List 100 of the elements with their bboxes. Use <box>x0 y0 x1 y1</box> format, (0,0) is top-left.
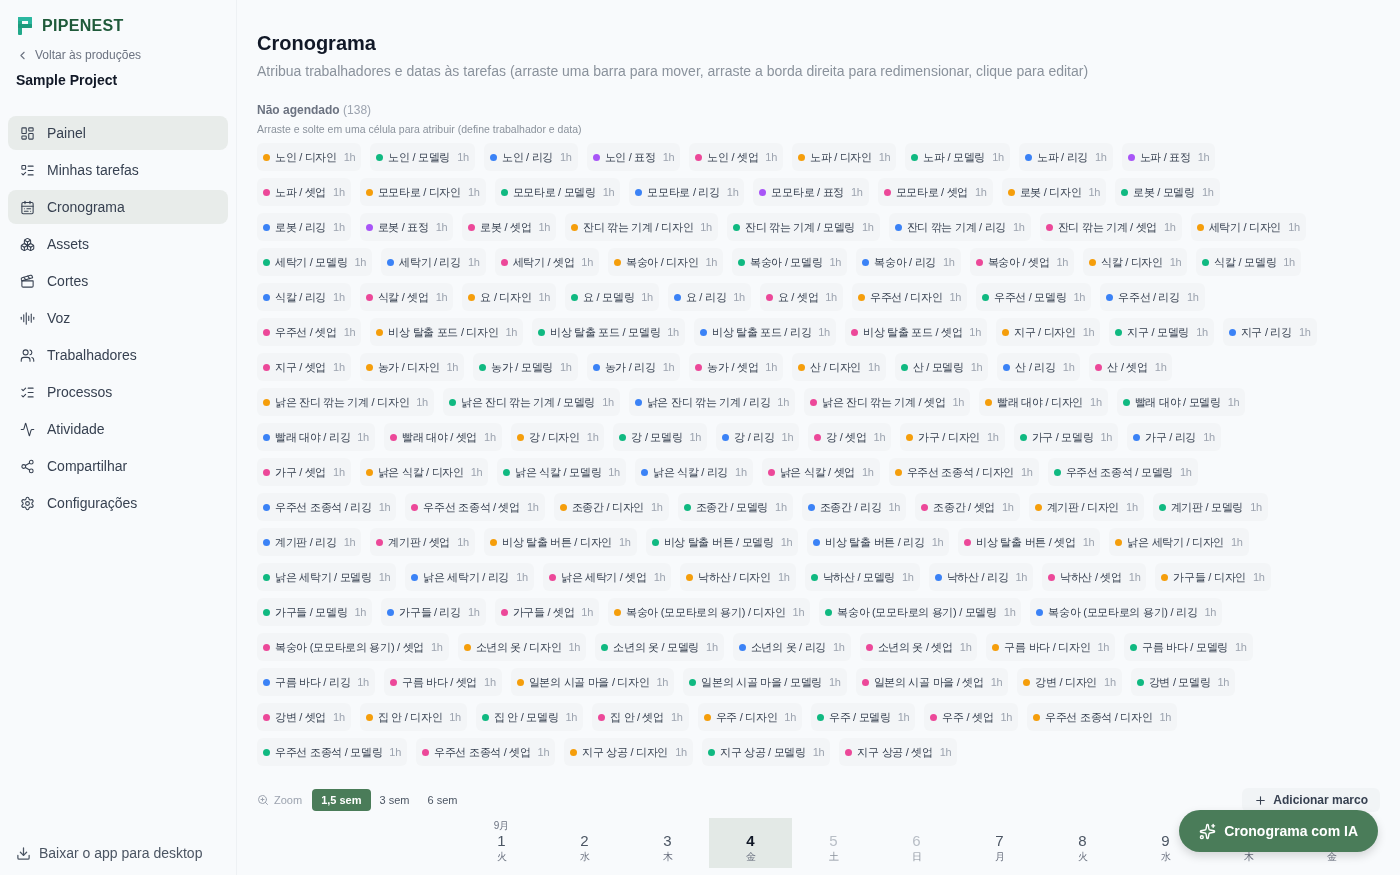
task-chip[interactable]: 복숭아 / 셋업 1h <box>969 248 1074 276</box>
task-chip[interactable]: 가구 / 셋업 1h <box>257 458 351 486</box>
task-chip[interactable]: 노인 / 표정 1h <box>586 143 681 171</box>
nav-item[interactable]: Voz <box>8 301 228 335</box>
task-chip[interactable]: 농가 / 셋업 1h <box>689 353 783 381</box>
task-chip[interactable]: 집 안 / 셋업 1h <box>592 703 689 731</box>
task-chip[interactable]: 산 / 모델링 1h <box>894 353 989 381</box>
task-chip[interactable]: 가구 / 리깅 1h <box>1127 423 1221 451</box>
task-chip[interactable]: 지구 상공 / 셋업 1h <box>839 738 958 766</box>
task-chip[interactable]: 세탁기 / 디자인 1h <box>1190 213 1306 241</box>
task-chip[interactable]: 노파 / 리깅 1h <box>1018 143 1113 171</box>
task-chip[interactable]: 강 / 셋업 1h <box>808 423 892 451</box>
task-chip[interactable]: 일본의 시골 마을 / 모델링 1h <box>683 668 847 696</box>
nav-item[interactable]: Minhas tarefas <box>8 153 228 187</box>
task-chip[interactable]: 식칼 / 셋업 1h <box>359 283 454 311</box>
task-chip[interactable]: 낡은 식칼 / 셋업 1h <box>761 458 880 486</box>
task-chip[interactable]: 집 안 / 모델링 1h <box>475 703 584 731</box>
task-chip[interactable]: 우주 / 셋업 1h <box>924 703 1019 731</box>
task-chip[interactable]: 노인 / 셋업 1h <box>689 143 783 171</box>
task-chip[interactable]: 낡은 잔디 깎는 기계 / 셋업 1h <box>803 388 971 416</box>
task-chip[interactable]: 지구 / 리깅 1h <box>1222 318 1317 346</box>
nav-item[interactable]: Painel <box>8 116 228 150</box>
task-chip[interactable]: 잔디 깎는 기계 / 디자인 1h <box>565 213 718 241</box>
task-chip[interactable]: 낡은 식칼 / 모델링 1h <box>497 458 626 486</box>
add-milestone-button[interactable]: Adicionar marco <box>1242 788 1380 812</box>
task-chip[interactable]: 복숭아 / 디자인 1h <box>607 248 724 276</box>
task-chip[interactable]: 복숭아 (모모타로의 용기) / 셋업 1h <box>257 633 449 661</box>
task-chip[interactable]: 지구 상공 / 모델링 1h <box>701 738 831 766</box>
task-chip[interactable]: 낙하산 / 리깅 1h <box>928 563 1034 591</box>
task-chip[interactable]: 계기판 / 디자인 1h <box>1028 493 1144 521</box>
task-chip[interactable]: 강변 / 셋업 1h <box>257 703 351 731</box>
task-chip[interactable]: 비상 탈출 버튼 / 디자인 1h <box>483 528 637 556</box>
task-chip[interactable]: 요 / 모델링 1h <box>565 283 659 311</box>
task-chip[interactable]: 가구들 / 셋업 1h <box>494 598 599 626</box>
task-chip[interactable]: 낙하산 / 셋업 1h <box>1042 563 1147 591</box>
task-chip[interactable]: 식칼 / 모델링 1h <box>1196 248 1301 276</box>
task-chip[interactable]: 조종간 / 셋업 1h <box>915 493 1020 521</box>
task-chip[interactable]: 계기판 / 셋업 1h <box>370 528 475 556</box>
task-chip[interactable]: 낡은 세탁기 / 리깅 1h <box>405 563 534 591</box>
task-chip[interactable]: 세탁기 / 리깅 1h <box>381 248 486 276</box>
zoom-option[interactable]: 6 sem <box>418 789 467 811</box>
task-chip[interactable]: 빨래 대야 / 모델링 1h <box>1116 388 1246 416</box>
task-chip[interactable]: 낡은 세탁기 / 디자인 1h <box>1109 528 1249 556</box>
task-chip[interactable]: 우주선 / 모델링 1h <box>976 283 1092 311</box>
nav-item[interactable]: Trabalhadores <box>8 338 228 372</box>
task-chip[interactable]: 강 / 디자인 1h <box>510 423 605 451</box>
task-chip[interactable]: 산 / 리깅 1h <box>997 353 1081 381</box>
task-chip[interactable]: 빨래 대야 / 디자인 1h <box>979 388 1108 416</box>
task-chip[interactable]: 조종간 / 모델링 1h <box>677 493 793 521</box>
task-chip[interactable]: 낡은 식칼 / 리깅 1h <box>634 458 753 486</box>
task-chip[interactable]: 가구들 / 모델링 1h <box>257 598 373 626</box>
task-chip[interactable]: 복숭아 / 리깅 1h <box>856 248 961 276</box>
task-chip[interactable]: 우주선 조종석 / 리깅 1h <box>257 493 397 521</box>
task-chip[interactable]: 우주선 조종석 / 모델링 1h <box>1047 458 1198 486</box>
task-chip[interactable]: 계기판 / 모델링 1h <box>1152 493 1268 521</box>
download-app-link[interactable]: Baixar o app para desktop <box>8 845 228 861</box>
task-chip[interactable]: 집 안 / 디자인 1h <box>359 703 467 731</box>
task-chip[interactable]: 지구 / 셋업 1h <box>257 353 351 381</box>
task-chip[interactable]: 낡은 식칼 / 디자인 1h <box>359 458 489 486</box>
nav-item[interactable]: Configurações <box>8 486 228 520</box>
task-chip[interactable]: 요 / 셋업 1h <box>759 283 843 311</box>
task-chip[interactable]: 가구들 / 리깅 1h <box>381 598 486 626</box>
task-chip[interactable]: 낡은 세탁기 / 모델링 1h <box>257 563 397 591</box>
task-chip[interactable]: 지구 / 모델링 1h <box>1109 318 1214 346</box>
task-chip[interactable]: 조종간 / 리깅 1h <box>801 493 907 521</box>
task-chip[interactable]: 낡은 잔디 깎는 기계 / 리깅 1h <box>628 388 795 416</box>
task-chip[interactable]: 로봇 / 리깅 1h <box>257 213 351 241</box>
task-chip[interactable]: 우주선 조종석 / 셋업 1h <box>405 493 545 521</box>
task-chip[interactable]: 소년의 옷 / 모델링 1h <box>595 633 724 661</box>
task-chip[interactable]: 구름 바다 / 셋업 1h <box>383 668 502 696</box>
task-chip[interactable]: 노파 / 셋업 1h <box>257 178 351 206</box>
task-chip[interactable]: 잔디 깎는 기계 / 셋업 1h <box>1039 213 1182 241</box>
nav-item[interactable]: Processos <box>8 375 228 409</box>
task-chip[interactable]: 농가 / 디자인 1h <box>359 353 465 381</box>
nav-item[interactable]: Cronograma <box>8 190 228 224</box>
task-chip[interactable]: 비상 탈출 포드 / 셋업 1h <box>844 318 987 346</box>
task-chip[interactable]: 노파 / 디자인 1h <box>792 143 897 171</box>
task-chip[interactable]: 비상 탈출 포드 / 디자인 1h <box>370 318 524 346</box>
task-chip[interactable]: 빨래 대야 / 리깅 1h <box>257 423 375 451</box>
task-chip[interactable]: 우주선 / 리깅 1h <box>1100 283 1205 311</box>
task-chip[interactable]: 우주 / 디자인 1h <box>697 703 802 731</box>
zoom-option[interactable]: 1,5 sem <box>312 789 371 811</box>
back-link[interactable]: Voltar às produções <box>16 48 228 62</box>
task-chip[interactable]: 우주선 조종석 / 모델링 1h <box>257 738 407 766</box>
task-chip[interactable]: 요 / 디자인 1h <box>462 283 557 311</box>
nav-item[interactable]: Cortes <box>8 264 228 298</box>
task-chip[interactable]: 우주선 조종석 / 디자인 1h <box>888 458 1039 486</box>
task-chip[interactable]: 모모타로 / 표정 1h <box>753 178 869 206</box>
task-chip[interactable]: 식칼 / 디자인 1h <box>1083 248 1188 276</box>
task-chip[interactable]: 우주 / 모델링 1h <box>810 703 916 731</box>
task-chip[interactable]: 복숭아 (모모타로의 용기) / 디자인 1h <box>607 598 811 626</box>
task-chip[interactable]: 비상 탈출 버튼 / 리깅 1h <box>807 528 950 556</box>
task-chip[interactable]: 낙하산 / 디자인 1h <box>680 563 796 591</box>
task-chip[interactable]: 세탁기 / 셋업 1h <box>494 248 599 276</box>
task-chip[interactable]: 잔디 깎는 기계 / 리깅 1h <box>888 213 1031 241</box>
task-chip[interactable]: 일본의 시골 마을 / 디자인 1h <box>510 668 675 696</box>
task-chip[interactable]: 비상 탈출 버튼 / 모델링 1h <box>645 528 799 556</box>
task-chip[interactable]: 요 / 리깅 1h <box>667 283 751 311</box>
nav-item[interactable]: Assets <box>8 227 228 261</box>
task-chip[interactable]: 우주선 / 셋업 1h <box>257 318 362 346</box>
